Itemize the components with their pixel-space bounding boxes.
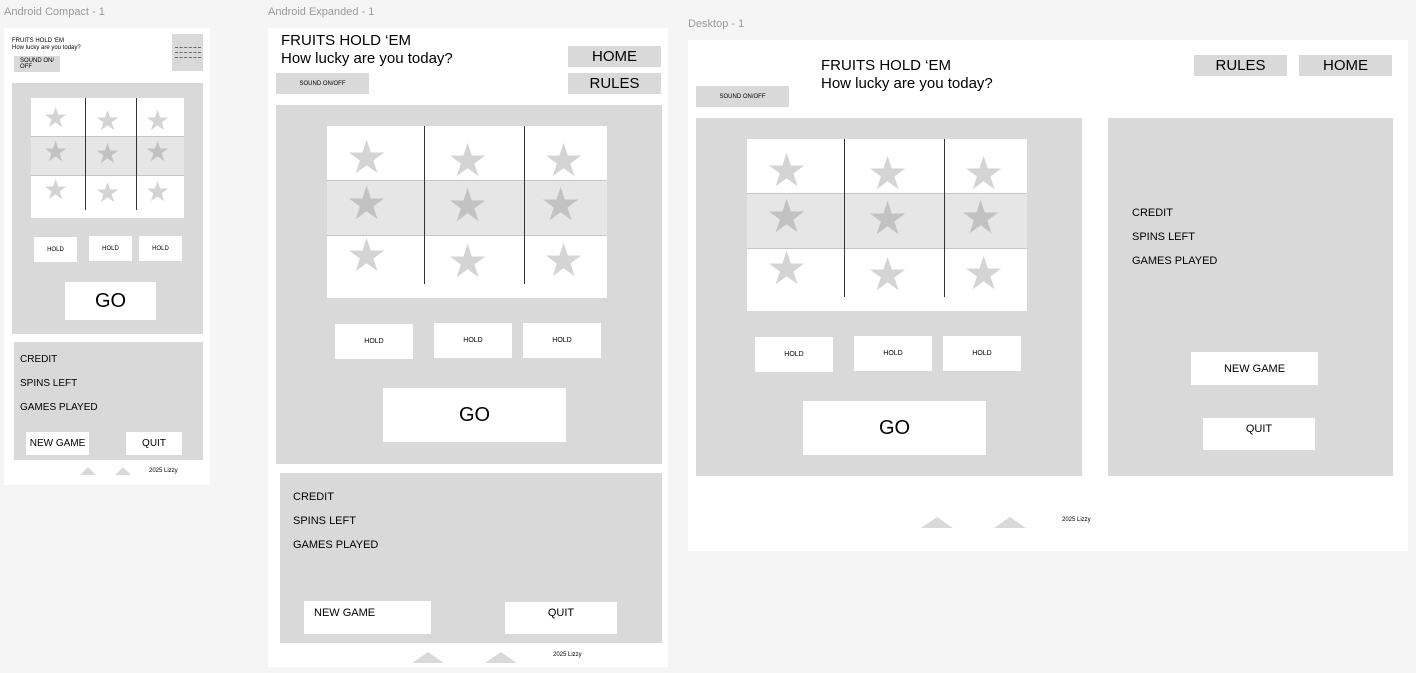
expanded-hold-button-3[interactable]: HOLD <box>523 323 601 358</box>
menu-lines-icon[interactable] <box>172 34 203 71</box>
compact-stats-panel: CREDIT SPINS LEFT GAMES PLAYED NEW GAME … <box>14 342 203 460</box>
star-icon: ★ <box>543 134 585 186</box>
expanded-reel-divider <box>424 126 425 284</box>
compact-reel-divider <box>136 98 137 210</box>
compact-hold-button-2[interactable]: HOLD <box>89 236 132 261</box>
up-arrow-icon[interactable] <box>115 467 131 475</box>
expanded-game-panel: ★ ★ ★ ★ ★ ★ ★ ★ ★ HOLD HOLD HOLD GO <box>276 105 662 464</box>
compact-new-game-button[interactable]: NEW GAME <box>26 432 89 455</box>
star-icon: ★ <box>346 177 388 229</box>
expanded-frame-label: Android Expanded - 1 <box>268 6 375 18</box>
desktop-title: FRUITS HOLD ‘EM <box>821 57 952 74</box>
star-icon: ★ <box>540 178 582 230</box>
up-arrow-icon[interactable] <box>80 467 96 475</box>
expanded-subtitle: How lucky are you today? <box>281 50 453 67</box>
spins-left-label: SPINS LEFT <box>20 378 78 389</box>
star-icon: ★ <box>543 234 585 286</box>
credit-label: CREDIT <box>1132 207 1173 219</box>
compact-reel-divider <box>85 98 86 210</box>
compact-sound-toggle[interactable]: SOUND ON/ OFF <box>14 56 60 72</box>
desktop-stats-panel: CREDIT SPINS LEFT GAMES PLAYED NEW GAME … <box>1108 118 1393 476</box>
spins-left-label: SPINS LEFT <box>1132 231 1195 243</box>
compact-reel: ★ ★ ★ ★ ★ ★ ★ ★ ★ <box>31 98 184 218</box>
star-icon: ★ <box>145 176 171 207</box>
desktop-reel: ★ ★ ★ ★ ★ ★ ★ ★ ★ <box>747 139 1027 311</box>
desktop-subtitle: How lucky are you today? <box>821 75 993 92</box>
desktop-hold-button-3[interactable]: HOLD <box>943 336 1021 371</box>
compact-frame-label: Android Compact - 1 <box>4 6 105 18</box>
star-icon: ★ <box>95 105 121 136</box>
expanded-go-button[interactable]: GO <box>383 388 566 442</box>
desktop-game-panel: ★ ★ ★ ★ ★ ★ ★ ★ ★ HOLD HOLD HOLD GO <box>696 118 1082 476</box>
star-icon: ★ <box>145 136 171 167</box>
desktop-reel-divider <box>944 139 945 297</box>
star-icon: ★ <box>346 229 388 281</box>
expanded-new-game-button[interactable]: NEW GAME <box>304 601 431 634</box>
up-arrow-icon[interactable] <box>485 652 517 663</box>
desktop-quit-button[interactable]: QUIT <box>1203 418 1315 450</box>
games-played-label: GAMES PLAYED <box>293 539 379 551</box>
credit-label: CREDIT <box>20 354 58 365</box>
expanded-title: FRUITS HOLD ‘EM <box>281 32 412 49</box>
star-icon: ★ <box>766 242 808 294</box>
desktop-home-button[interactable]: HOME <box>1299 55 1392 76</box>
expanded-reel: ★ ★ ★ ★ ★ ★ ★ ★ ★ <box>327 126 607 298</box>
expanded-sound-toggle[interactable]: SOUND ON/OFF <box>276 73 369 94</box>
star-icon: ★ <box>145 105 171 136</box>
star-icon: ★ <box>766 144 808 196</box>
expanded-home-button[interactable]: HOME <box>568 46 661 67</box>
star-icon: ★ <box>95 177 121 208</box>
expanded-hold-button-2[interactable]: HOLD <box>434 323 512 358</box>
desktop-new-game-button[interactable]: NEW GAME <box>1191 352 1318 385</box>
star-icon: ★ <box>447 235 489 287</box>
star-icon: ★ <box>95 138 121 169</box>
star-icon: ★ <box>43 136 69 167</box>
star-icon: ★ <box>346 131 388 183</box>
compact-frame: FRUITS HOLD ‘EM How lucky are you today?… <box>4 28 210 485</box>
expanded-footer: 2025 Lizzy <box>553 652 582 658</box>
desktop-frame: FRUITS HOLD ‘EM How lucky are you today?… <box>688 40 1408 551</box>
star-icon: ★ <box>766 190 808 242</box>
star-icon: ★ <box>43 174 69 205</box>
star-icon: ★ <box>963 247 1005 299</box>
expanded-hold-button-1[interactable]: HOLD <box>335 324 413 359</box>
games-played-label: GAMES PLAYED <box>1132 255 1218 267</box>
compact-hold-button-3[interactable]: HOLD <box>139 236 182 261</box>
star-icon: ★ <box>447 179 489 231</box>
desktop-sound-toggle[interactable]: SOUND ON/OFF <box>696 86 789 107</box>
compact-title: FRUITS HOLD ‘EM <box>12 38 65 44</box>
games-played-label: GAMES PLAYED <box>20 402 98 413</box>
up-arrow-icon[interactable] <box>994 517 1026 528</box>
expanded-reel-divider <box>524 126 525 284</box>
desktop-hold-button-2[interactable]: HOLD <box>854 336 932 371</box>
expanded-quit-button[interactable]: QUIT <box>505 602 617 634</box>
star-icon: ★ <box>447 134 489 186</box>
up-arrow-icon[interactable] <box>412 652 444 663</box>
desktop-footer: 2025 Lizzy <box>1062 517 1091 523</box>
spins-left-label: SPINS LEFT <box>293 515 356 527</box>
up-arrow-icon[interactable] <box>921 517 953 528</box>
star-icon: ★ <box>867 192 909 244</box>
desktop-reel-divider <box>844 139 845 297</box>
star-icon: ★ <box>960 191 1002 243</box>
expanded-frame: FRUITS HOLD ‘EM How lucky are you today?… <box>268 28 668 667</box>
desktop-go-button[interactable]: GO <box>803 401 986 455</box>
compact-go-button[interactable]: GO <box>65 282 156 320</box>
expanded-stats-panel: CREDIT SPINS LEFT GAMES PLAYED NEW GAME … <box>280 473 662 643</box>
expanded-rules-button[interactable]: RULES <box>568 73 661 94</box>
desktop-frame-label: Desktop - 1 <box>688 18 745 30</box>
compact-quit-button[interactable]: QUIT <box>126 432 182 455</box>
star-icon: ★ <box>43 102 69 133</box>
desktop-rules-button[interactable]: RULES <box>1194 55 1287 76</box>
compact-hold-button-1[interactable]: HOLD <box>34 237 77 262</box>
star-icon: ★ <box>963 147 1005 199</box>
credit-label: CREDIT <box>293 491 334 503</box>
compact-subtitle: How lucky are you today? <box>12 45 81 51</box>
star-icon: ★ <box>867 147 909 199</box>
compact-footer: 2025 Lizzy <box>149 468 178 474</box>
desktop-hold-button-1[interactable]: HOLD <box>755 337 833 372</box>
star-icon: ★ <box>867 248 909 300</box>
compact-game-panel: ★ ★ ★ ★ ★ ★ ★ ★ ★ HOLD HOLD HOLD GO <box>12 83 203 334</box>
